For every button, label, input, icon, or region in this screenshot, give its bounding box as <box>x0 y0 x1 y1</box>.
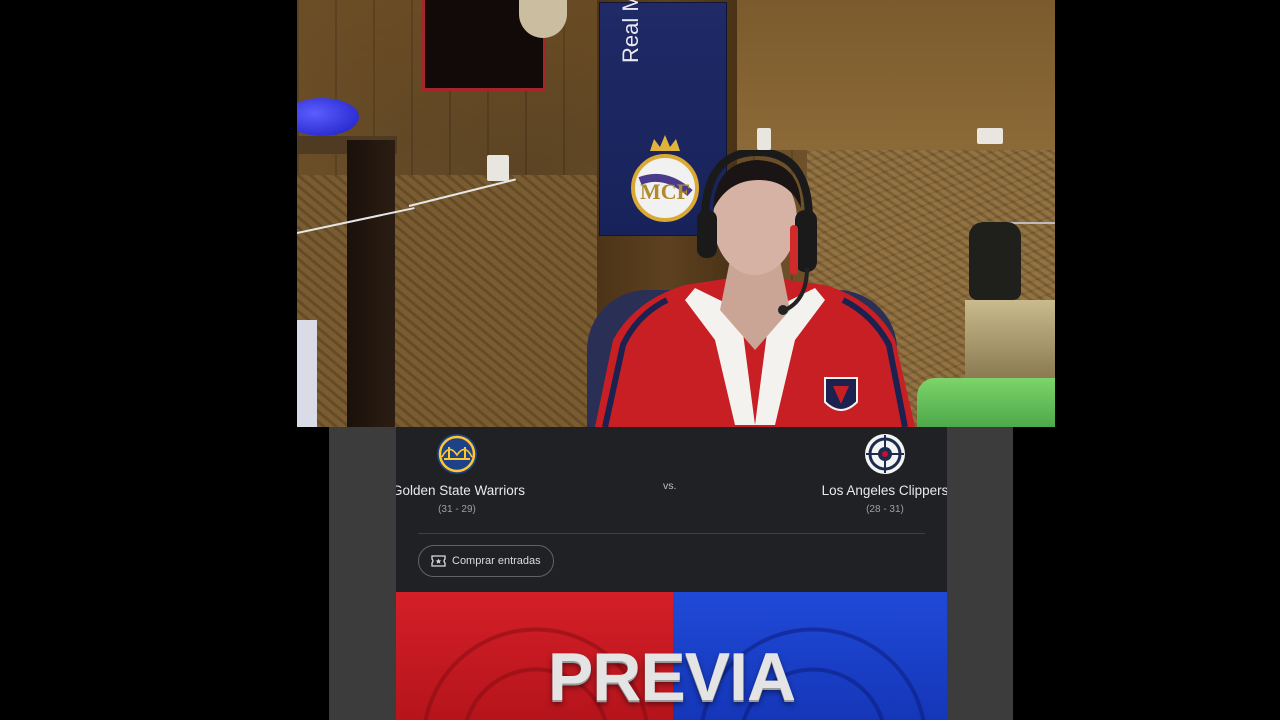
clippers-logo-icon <box>865 434 905 474</box>
buy-tickets-button[interactable]: Comprar entradas <box>418 545 554 577</box>
streamer <box>595 150 915 427</box>
wall-socket-right <box>977 128 1003 144</box>
osb-panel-left <box>297 175 617 427</box>
away-team-record: (28 - 31) <box>866 504 904 515</box>
browser-viewport[interactable]: Golden State Warriors (31 - 29) vs. Los … <box>329 427 1013 720</box>
away-team-name[interactable]: Los Angeles Clippers <box>816 483 947 498</box>
backpack <box>969 222 1021 300</box>
buy-tickets-label: Comprar entradas <box>452 555 541 567</box>
home-team-record: (31 - 29) <box>438 504 476 515</box>
wall-socket <box>487 155 509 181</box>
light-switch <box>757 128 771 150</box>
warriors-logo-icon <box>437 434 477 474</box>
away-team[interactable]: Los Angeles Clippers (28 - 31) <box>816 433 947 515</box>
divider <box>418 533 925 534</box>
green-blanket <box>917 378 1055 427</box>
video-thumbnail[interactable]: PREVIA <box>396 592 947 720</box>
thumbnail-title: PREVIA <box>547 639 796 715</box>
webcam-feed: Real Madrid MCF <box>297 0 1055 427</box>
ticket-icon <box>431 555 446 567</box>
home-team[interactable]: Golden State Warriors (31 - 29) <box>396 433 525 515</box>
flag-text: Real Madrid <box>618 0 643 63</box>
match-card: Golden State Warriors (31 - 29) vs. Los … <box>396 427 947 720</box>
vs-label: vs. <box>663 480 677 492</box>
window-light <box>297 320 317 427</box>
shelf-post <box>347 140 395 427</box>
stool <box>965 300 1055 378</box>
wood-wall-right <box>737 0 1055 150</box>
home-team-name[interactable]: Golden State Warriors <box>396 483 525 498</box>
